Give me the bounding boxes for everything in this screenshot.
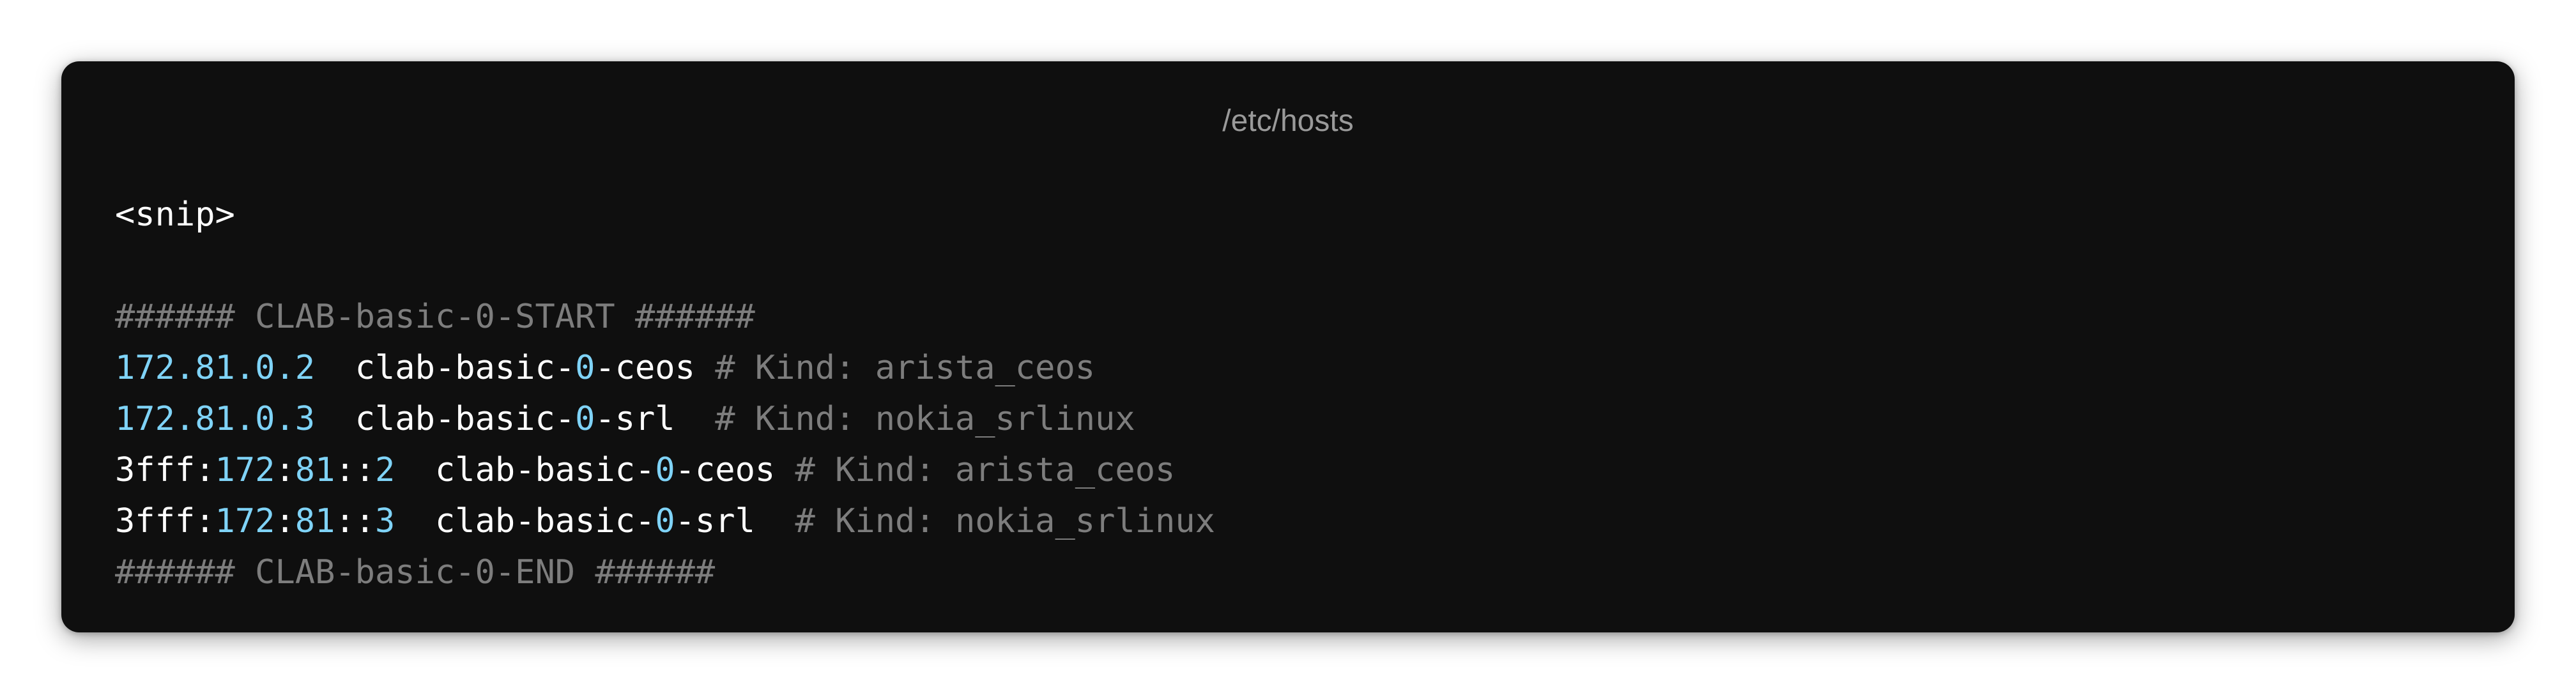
code-token: 172.81.0.2 [115,349,316,387]
code-line: 3fff:172:81::3 clab-basic-0-srl # Kind: … [115,496,2461,547]
code-token: 172 [215,502,275,540]
code-token: 0 [655,502,675,540]
code-token: # Kind: arista_ceos [795,451,1176,489]
code-token: -srl [675,502,795,540]
code-token: :: [335,502,376,540]
code-line: <snip> [115,189,2461,240]
code-token: clab-basic- [395,451,656,489]
code-token: clab-basic- [315,349,576,387]
code-token: 81 [295,502,335,540]
code-token: 2 [375,451,395,489]
code-token: clab-basic- [395,502,656,540]
code-line: 172.81.0.3 clab-basic-0-srl # Kind: noki… [115,393,2461,445]
code-token: -ceos [675,451,795,489]
code-token: 172 [215,451,275,489]
code-token: 3fff: [115,451,215,489]
code-token: : [275,502,295,540]
code-line: ###### CLAB-basic-0-END ###### [115,547,2461,598]
code-token: # Kind: arista_ceos [715,349,1096,387]
code-line: ###### CLAB-basic-0-START ###### [115,291,2461,342]
code-token: 172.81.0.3 [115,400,316,438]
code-token: 3 [375,502,395,540]
code-token: # Kind: nokia_srlinux [795,502,1215,540]
code-token: <snip> [115,195,235,234]
code-token: ###### CLAB-basic-0-END ###### [115,553,716,592]
code-token: :: [335,451,376,489]
code-token: -ceos [595,349,716,387]
code-token: 0 [655,451,675,489]
code-window: /etc/hosts <snip> ###### CLAB-basic-0-STA… [61,61,2515,632]
code-line: 3fff:172:81::2 clab-basic-0-ceos # Kind:… [115,445,2461,496]
code-token: ###### CLAB-basic-0-START ###### [115,298,755,336]
code-token: # Kind: nokia_srlinux [715,400,1135,438]
code-token: clab-basic- [315,400,576,438]
code-token: : [275,451,295,489]
code-token: 0 [575,349,595,387]
code-token: 81 [295,451,335,489]
code-token: 3fff: [115,502,215,540]
code-line: 172.81.0.2 clab-basic-0-ceos # Kind: ari… [115,342,2461,393]
code-block[interactable]: <snip> ###### CLAB-basic-0-START ###### 17… [115,189,2461,598]
code-token: -srl [595,400,716,438]
window-title: /etc/hosts [1222,104,1354,138]
code-token: 0 [575,400,595,438]
